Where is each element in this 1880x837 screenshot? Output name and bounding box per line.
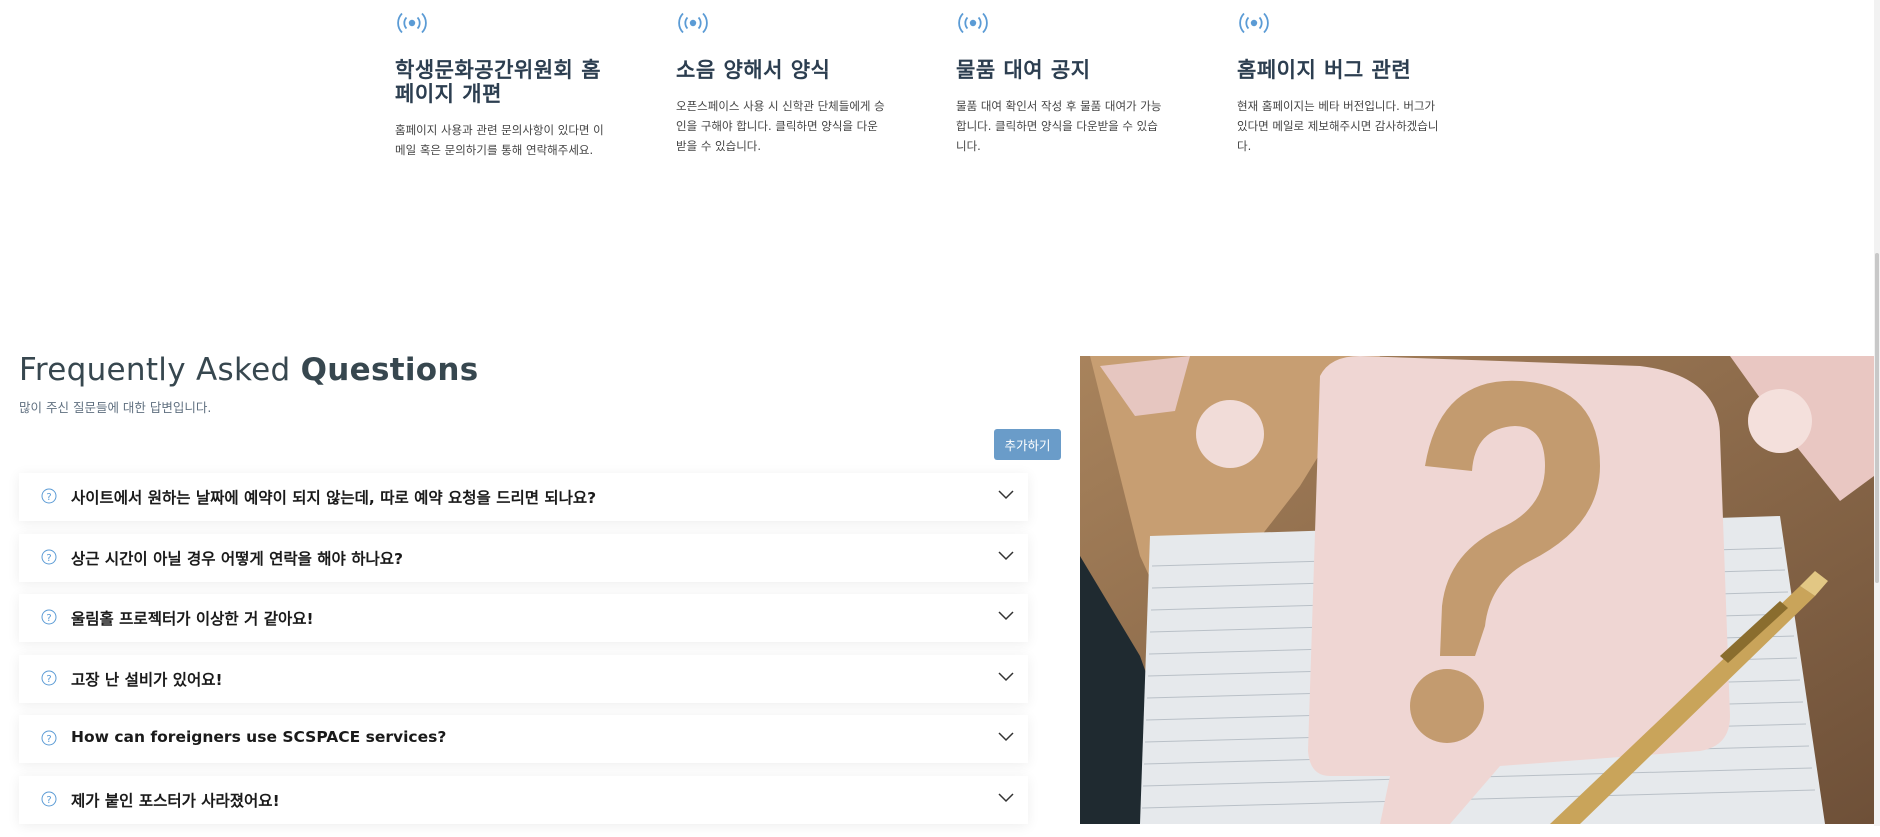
faq-list: ? 사이트에서 원하는 날짜에 예약이 되지 않는데, 따로 예약 요청을 드리… xyxy=(19,473,1028,837)
broadcast-icon xyxy=(397,12,427,34)
add-faq-button[interactable]: 추가하기 xyxy=(994,429,1061,460)
notice-card-noise-form[interactable]: 소음 양해서 양식 오픈스페이스 사용 시 신학관 단체들에게 승인을 구해야 … xyxy=(676,10,886,156)
faq-question: How can foreigners use SCSPACE services? xyxy=(71,728,447,747)
faq-question: 상근 시간이 아닐 경우 어떻게 연락을 해야 하나요? xyxy=(71,549,403,568)
notice-title: 학생문화공간위원회 홈페이지 개편 xyxy=(395,58,602,106)
question-circle-icon: ? xyxy=(41,549,57,565)
faq-subtitle: 많이 주신 질문들에 대한 답변입니다. xyxy=(19,400,212,415)
faq-item[interactable]: ? 사이트에서 원하는 날짜에 예약이 되지 않는데, 따로 예약 요청을 드리… xyxy=(19,473,1028,521)
chevron-down-icon[interactable] xyxy=(998,672,1014,682)
svg-text:?: ? xyxy=(46,492,51,503)
notice-body: 현재 홈페이지는 베타 버전입니다. 버그가 있다면 메일로 제보해주시면 감사… xyxy=(1237,99,1439,153)
faq-item[interactable]: ? How can foreigners use SCSPACE service… xyxy=(19,715,1028,764)
notice-card-bug[interactable]: 홈페이지 버그 관련 현재 홈페이지는 베타 버전입니다. 버그가 있다면 메일… xyxy=(1237,10,1447,156)
faq-item[interactable]: ? 상근 시간이 아닐 경우 어떻게 연락을 해야 하나요? xyxy=(19,533,1028,582)
svg-text:?: ? xyxy=(46,553,51,564)
faq-item[interactable]: ? 고장 난 설비가 있어요! xyxy=(19,654,1028,703)
notice-body: 홈페이지 사용과 관련 문의사항이 있다면 이메일 혹은 문의하기를 통해 연락… xyxy=(395,123,604,157)
notice-card-renewal[interactable]: 학생문화공간위원회 홈페이지 개편 홈페이지 사용과 관련 문의사항이 있다면 … xyxy=(395,10,605,160)
question-mark-illustration xyxy=(1080,356,1874,824)
broadcast-icon xyxy=(958,12,988,34)
notice-title: 소음 양해서 양식 xyxy=(676,58,831,82)
faq-heading-light: Frequently Asked xyxy=(19,352,301,388)
question-circle-icon: ? xyxy=(41,791,57,807)
question-circle-icon: ? xyxy=(41,730,57,746)
svg-text:?: ? xyxy=(46,613,51,624)
notice-section: 학생문화공간위원회 홈페이지 개편 홈페이지 사용과 관련 문의사항이 있다면 … xyxy=(395,0,1515,200)
svg-text:?: ? xyxy=(46,734,51,745)
page-scrollbar[interactable] xyxy=(1874,0,1880,826)
chevron-down-icon[interactable] xyxy=(998,732,1014,742)
broadcast-icon xyxy=(678,12,708,34)
question-circle-icon: ? xyxy=(41,670,57,686)
notice-body: 물품 대여 확인서 작성 후 물품 대여가 가능합니다. 클릭하면 양식을 다운… xyxy=(956,99,1162,153)
chevron-down-icon[interactable] xyxy=(998,793,1014,803)
chevron-down-icon[interactable] xyxy=(998,490,1014,500)
faq-item[interactable]: ? 제가 붙인 포스터가 사라졌어요! xyxy=(19,775,1028,824)
faq-item[interactable]: ? 울림홀 프로젝터가 이상한 거 같아요! xyxy=(19,594,1028,643)
chevron-down-icon[interactable] xyxy=(998,551,1014,561)
faq-question: 울림홀 프로젝터가 이상한 거 같아요! xyxy=(71,610,314,629)
faq-heading-bold: Questions xyxy=(300,352,479,388)
broadcast-icon xyxy=(1239,12,1269,34)
notice-title: 물품 대여 공지 xyxy=(956,58,1091,82)
svg-text:?: ? xyxy=(46,795,51,806)
chevron-down-icon[interactable] xyxy=(998,611,1014,621)
faq-question: 제가 붙인 포스터가 사라졌어요! xyxy=(71,791,280,810)
notice-card-rental[interactable]: 물품 대여 공지 물품 대여 확인서 작성 후 물품 대여가 가능합니다. 클릭… xyxy=(956,10,1166,156)
faq-question: 고장 난 설비가 있어요! xyxy=(71,670,223,689)
faq-illustration xyxy=(1080,356,1874,824)
question-circle-icon: ? xyxy=(41,609,57,625)
question-circle-icon: ? xyxy=(41,488,57,504)
faq-question: 사이트에서 원하는 날짜에 예약이 되지 않는데, 따로 예약 요청을 드리면 … xyxy=(71,489,597,507)
notice-title: 홈페이지 버그 관련 xyxy=(1237,58,1412,82)
notice-body: 오픈스페이스 사용 시 신학관 단체들에게 승인을 구해야 합니다. 클릭하면 … xyxy=(676,99,885,153)
svg-text:?: ? xyxy=(46,674,51,685)
faq-heading: Frequently Asked Questions xyxy=(19,352,479,388)
scrollbar-thumb[interactable] xyxy=(1875,253,1879,583)
